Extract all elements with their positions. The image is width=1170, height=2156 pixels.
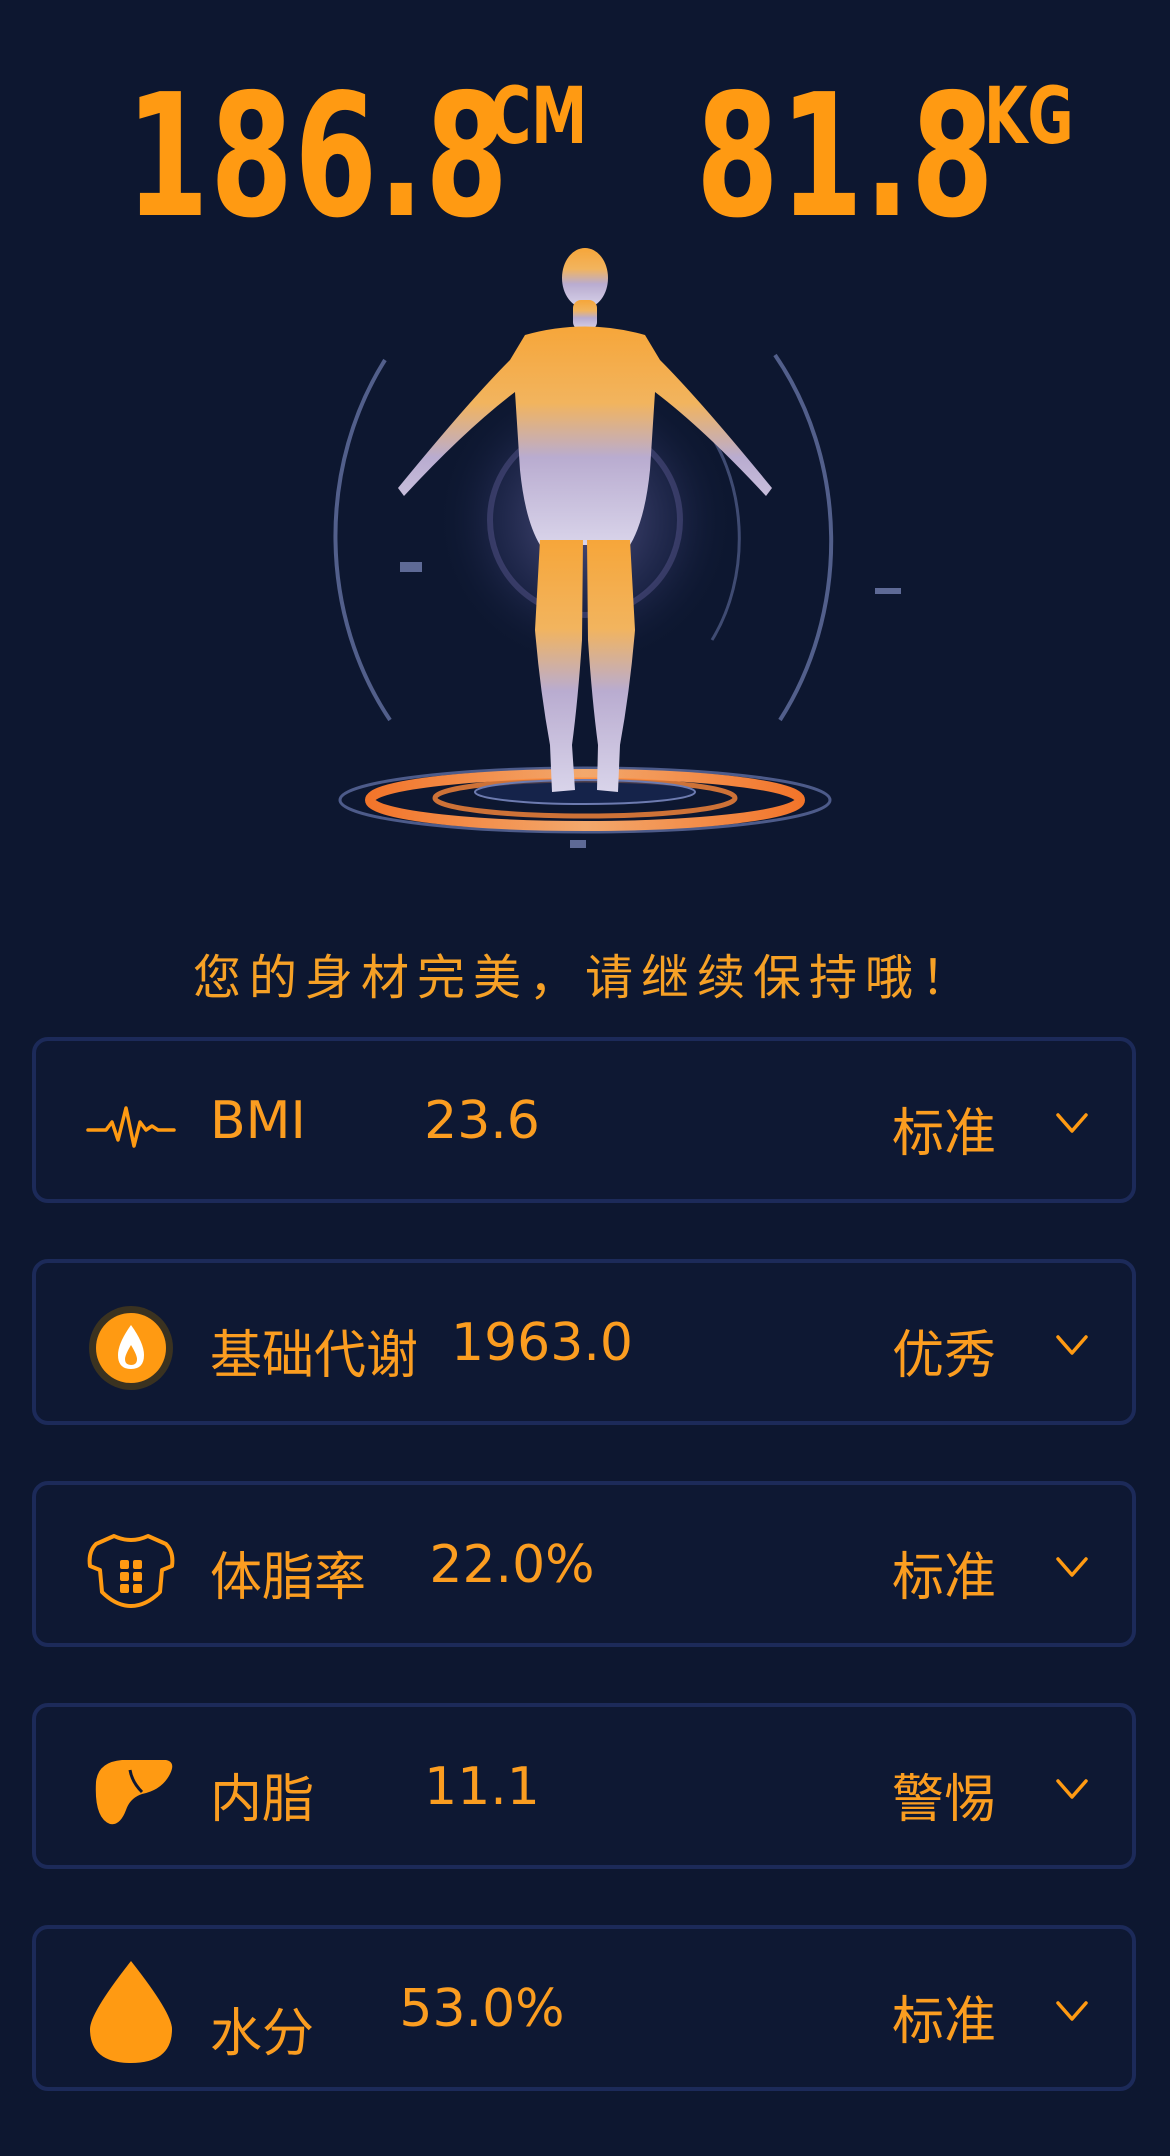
- metric-row-bmi[interactable]: BMI 23.6 标准: [32, 1037, 1136, 1203]
- metabolism-flame-icon: [86, 1303, 176, 1393]
- chevron-down-icon[interactable]: [1052, 1769, 1092, 1809]
- metric-label: 内脂: [210, 1770, 315, 1830]
- liver-icon: [86, 1747, 176, 1837]
- heartbeat-icon: [86, 1081, 176, 1171]
- metric-value: 11.1: [424, 1757, 540, 1817]
- metric-label: 基础代谢: [210, 1326, 419, 1386]
- chevron-down-icon[interactable]: [1052, 1325, 1092, 1365]
- chevron-down-icon[interactable]: [1052, 1103, 1092, 1143]
- metric-label: 体脂率: [210, 1548, 367, 1608]
- metric-value: 53.0%: [399, 1979, 565, 2039]
- metric-row-basal-metabolism[interactable]: 基础代谢 1963.0 优秀: [32, 1259, 1136, 1425]
- metric-row-visceral-fat[interactable]: 内脂 11.1 警惕: [32, 1703, 1136, 1869]
- metric-value: 22.0%: [429, 1535, 595, 1595]
- status-message: 您的身材完美，请继续保持哦！: [192, 950, 977, 1006]
- metric-row-body-fat[interactable]: 体脂率 22.0% 标准: [32, 1481, 1136, 1647]
- body-torso-icon: [86, 1525, 176, 1615]
- metric-status: 标准: [892, 1104, 997, 1164]
- metric-value: 23.6: [424, 1091, 540, 1151]
- metric-status: 标准: [892, 1548, 997, 1608]
- chevron-down-icon[interactable]: [1052, 1991, 1092, 2031]
- metric-status: 警惕: [892, 1770, 997, 1830]
- metric-status: 优秀: [892, 1326, 997, 1386]
- chevron-down-icon[interactable]: [1052, 1547, 1092, 1587]
- metric-label: 水分: [210, 2004, 315, 2064]
- body-hologram-illustration: [333, 248, 901, 848]
- metric-label: BMI: [210, 1091, 306, 1151]
- water-drop-icon: [86, 1957, 176, 2067]
- metric-row-water[interactable]: 水分 53.0% 标准: [32, 1925, 1136, 2091]
- body-scan-hero: 186.8 CM 81.8 KG: [0, 0, 1170, 900]
- metric-value: 1963.0: [451, 1313, 633, 1373]
- metric-status: 标准: [892, 1992, 997, 2052]
